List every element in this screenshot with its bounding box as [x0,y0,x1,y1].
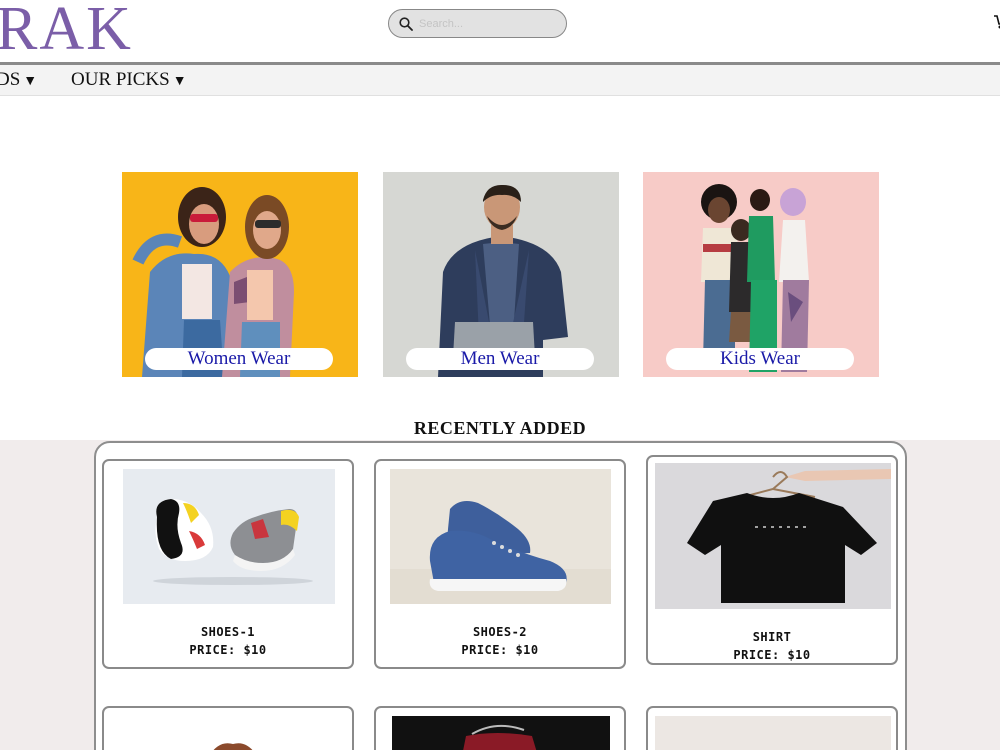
caret-down-icon: ▼ [172,74,187,89]
recent-section-title: RECENTLY ADDED [413,418,587,438]
women-wear-image [122,172,358,377]
product-card-shirt[interactable]: SHIRT PRICE: $10 [646,455,898,665]
search-bar[interactable] [388,9,567,38]
kids-wear-image [643,172,879,377]
site-logo[interactable]: RAK [0,0,133,64]
product-price: PRICE: $10 [461,643,539,657]
product-image [392,716,610,750]
main-nav: DS ▼ OUR PICKS ▼ [0,65,1000,96]
product-image [123,716,335,750]
category-kids-wear[interactable]: Kids Wear [643,172,879,377]
category-label: Kids Wear [666,348,854,370]
product-card-shoes-1[interactable]: SHOES-1 PRICE: $10 [102,459,354,669]
product-name: SHIRT [752,630,792,644]
search-input[interactable] [419,17,559,30]
product-name: SHOES-2 [472,625,528,639]
product-price: PRICE: $10 [733,648,811,662]
nav-item-ds[interactable]: DS ▼ [0,69,37,91]
product-image [390,469,611,604]
product-image [655,463,891,609]
category-label: Women Wear [145,348,333,370]
cart-icon[interactable] [994,13,1000,29]
category-men-wear[interactable]: Men Wear [383,172,619,377]
nav-item-label: DS [0,69,21,90]
nav-item-label: OUR PICKS [71,69,170,90]
men-wear-image [383,172,619,377]
search-icon [399,16,413,31]
product-card-shoes-2[interactable]: SHOES-2 PRICE: $10 [374,459,626,669]
category-label: Men Wear [406,348,594,370]
product-name: SHOES-1 [200,625,256,639]
product-image [655,716,891,750]
category-women-wear[interactable]: Women Wear [122,172,358,377]
product-card[interactable] [646,706,898,750]
product-price: PRICE: $10 [189,643,267,657]
product-card[interactable] [374,706,626,750]
nav-item-our-picks[interactable]: OUR PICKS ▼ [71,69,187,91]
caret-down-icon: ▼ [23,74,38,89]
site-header: RAK [0,0,1000,64]
product-card[interactable] [102,706,354,750]
product-image [123,469,335,604]
